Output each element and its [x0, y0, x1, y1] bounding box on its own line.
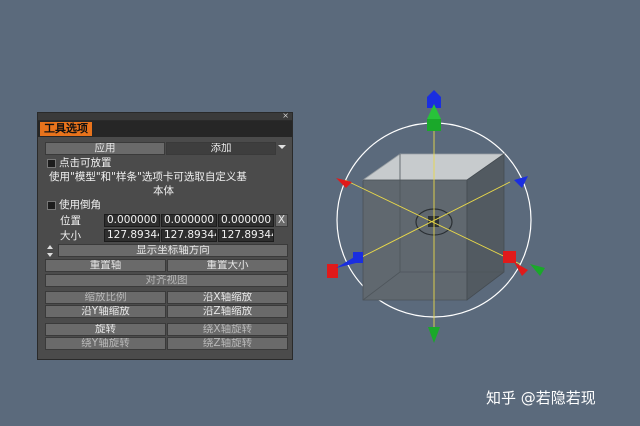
- x-axis-handle-left[interactable]: [336, 178, 352, 188]
- x-axis-handle-bottom-left[interactable]: [327, 252, 363, 278]
- viewport-gizmo: [327, 90, 545, 343]
- center-handle[interactable]: [428, 216, 439, 227]
- watermark: 知乎 @若隐若现: [486, 389, 596, 407]
- y-axis-handle-bottom[interactable]: [428, 327, 440, 343]
- y-axis-handle-top[interactable]: [427, 90, 441, 131]
